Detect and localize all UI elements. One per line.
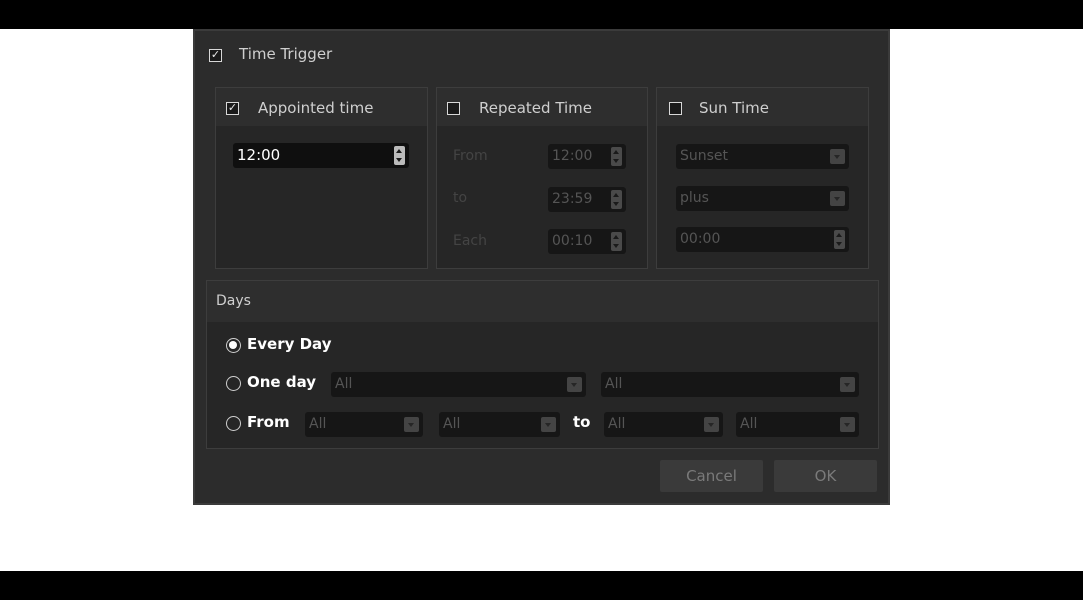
repeated-from-spinner-icon[interactable] (611, 147, 622, 166)
appointed-time-spinner-icon[interactable] (394, 146, 405, 165)
bottom-letterbox (0, 571, 1083, 600)
repeated-from-input[interactable]: 12:00 (548, 144, 626, 169)
sun-offset-input[interactable]: 00:00 (676, 227, 849, 252)
repeated-each-label: Each (453, 233, 487, 249)
chevron-down-icon[interactable] (404, 417, 419, 432)
every-day-label: Every Day (247, 335, 332, 353)
from-select-2-value: All (443, 416, 461, 432)
sun-mode-select[interactable]: plus (676, 186, 849, 211)
repeated-from-value: 12:00 (552, 148, 593, 164)
sun-time-label: Sun Time (699, 99, 770, 117)
appointed-time-input[interactable]: 12:00 (233, 143, 409, 168)
repeated-each-input[interactable]: 00:10 (548, 229, 626, 254)
one-day-label: One day (247, 373, 317, 391)
from-select-1-value: All (309, 416, 327, 432)
sun-time-checkbox[interactable] (669, 102, 682, 115)
to-select-2-value: All (740, 416, 758, 432)
days-panel: Days Every Day One day All All From All … (206, 280, 879, 449)
appointed-time-label: Appointed time (258, 99, 374, 117)
to-select-2[interactable]: All (736, 412, 859, 437)
chevron-down-icon[interactable] (541, 417, 556, 432)
repeated-to-value: 23:59 (552, 191, 593, 207)
chevron-down-icon[interactable] (704, 417, 719, 432)
repeated-to-spinner-icon[interactable] (611, 190, 622, 209)
every-day-radio[interactable] (226, 338, 241, 353)
repeated-each-value: 00:10 (552, 233, 593, 249)
time-trigger-dialog: Time Trigger Appointed time 12:00 Repeat… (193, 29, 890, 505)
chevron-down-icon[interactable] (840, 377, 855, 392)
sun-offset-spinner-icon[interactable] (834, 230, 845, 249)
top-letterbox (0, 0, 1083, 29)
from-radio[interactable] (226, 416, 241, 431)
days-title: Days (216, 293, 251, 309)
repeated-time-panel: Repeated Time From 12:00 to 23:59 Each 0… (436, 87, 648, 269)
chevron-down-icon[interactable] (840, 417, 855, 432)
appointed-time-checkbox[interactable] (226, 102, 239, 115)
chevron-down-icon[interactable] (567, 377, 582, 392)
time-trigger-title: Time Trigger (239, 45, 333, 63)
sun-offset-value: 00:00 (680, 231, 721, 247)
one-day-select-1[interactable]: All (331, 372, 586, 397)
from-label: From (247, 413, 290, 431)
repeated-time-label: Repeated Time (479, 99, 593, 117)
one-day-select-1-value: All (335, 376, 353, 392)
time-trigger-checkbox[interactable] (209, 49, 222, 62)
one-day-select-2[interactable]: All (601, 372, 859, 397)
to-select-1-value: All (608, 416, 626, 432)
sun-mode-value: plus (680, 190, 709, 206)
sun-event-value: Sunset (680, 148, 729, 164)
to-label: to (573, 413, 591, 431)
repeated-from-label: From (453, 148, 488, 164)
repeated-time-checkbox[interactable] (447, 102, 460, 115)
chevron-down-icon[interactable] (830, 149, 845, 164)
chevron-down-icon[interactable] (830, 191, 845, 206)
sun-time-panel: Sun Time Sunset plus 00:00 (656, 87, 869, 269)
one-day-select-2-value: All (605, 376, 623, 392)
sun-event-select[interactable]: Sunset (676, 144, 849, 169)
repeated-to-label: to (453, 190, 468, 206)
one-day-radio[interactable] (226, 376, 241, 391)
appointed-time-value: 12:00 (237, 146, 281, 164)
repeated-to-input[interactable]: 23:59 (548, 187, 626, 212)
cancel-button[interactable]: Cancel (660, 460, 763, 492)
from-select-1[interactable]: All (305, 412, 423, 437)
appointed-time-panel: Appointed time 12:00 (215, 87, 428, 269)
to-select-1[interactable]: All (604, 412, 723, 437)
repeated-each-spinner-icon[interactable] (611, 232, 622, 251)
days-header (207, 281, 878, 322)
from-select-2[interactable]: All (439, 412, 560, 437)
ok-button[interactable]: OK (774, 460, 877, 492)
